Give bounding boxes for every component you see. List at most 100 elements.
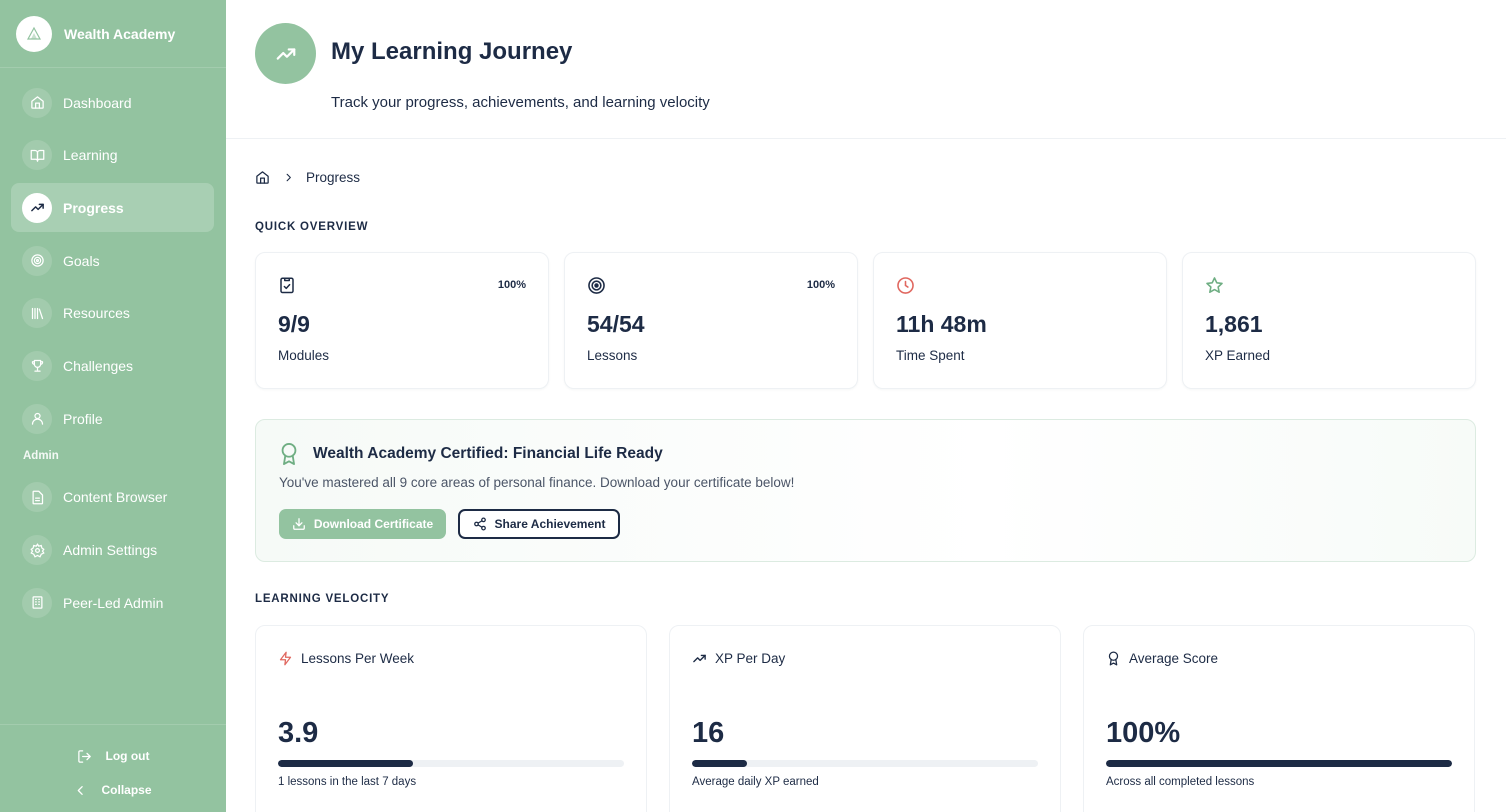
sidebar-item-content-browser[interactable]: Content Browser [11, 473, 214, 522]
download-certificate-button[interactable]: Download Certificate [279, 509, 446, 539]
share-icon [473, 517, 486, 531]
target-icon [22, 245, 52, 276]
velocity-progress-fill [278, 760, 413, 767]
download-certificate-label: Download Certificate [313, 517, 434, 531]
sidebar-item-resources[interactable]: Resources [11, 289, 214, 338]
gear-icon [22, 535, 52, 565]
sidebar-item-label: Profile [63, 410, 103, 427]
stat-label: Lessons [587, 348, 638, 363]
stat-value: 54/54 [587, 311, 645, 337]
logout-button[interactable]: Log out [0, 743, 226, 769]
certificate-title: Wealth Academy Certified: Financial Life… [313, 445, 663, 462]
velocity-value: 3.9 [278, 717, 319, 749]
brand-name: Wealth Academy [64, 25, 176, 42]
award-icon [1108, 651, 1119, 666]
sidebar-item-label: Peer-Led Admin [63, 594, 164, 611]
certificate-text: You've mastered all 9 core areas of pers… [279, 475, 795, 490]
velocity-card-title: XP Per Day [715, 651, 786, 666]
stat-card-lessons: 100% 54/54 Lessons [564, 252, 858, 389]
velocity-card-header: Lessons Per Week [278, 651, 414, 666]
sidebar-item-admin-settings[interactable]: Admin Settings [11, 526, 214, 575]
award-icon [278, 442, 300, 471]
brand-logo-icon [16, 15, 52, 52]
collapse-button[interactable]: Collapse [0, 777, 226, 803]
sidebar-item-label: Admin Settings [63, 542, 158, 558]
section-title-overview: QUICK OVERVIEW [255, 221, 369, 233]
sidebar-nav: Dashboard Learning Progress Goals Resour… [11, 78, 214, 631]
brand[interactable]: Wealth Academy [0, 0, 226, 68]
velocity-card-title: Lessons Per Week [301, 651, 415, 666]
stat-label: Modules [278, 348, 330, 363]
sidebar: Wealth Academy Dashboard Learning Progre… [0, 0, 226, 812]
stat-value: 1,861 [1205, 311, 1263, 337]
sidebar-item-label: Challenges [63, 357, 134, 374]
velocity-card-header: Average Score [1106, 651, 1218, 666]
stat-card-time-spent: 11h 48m Time Spent [873, 252, 1167, 389]
velocity-card-lessons-per-week: Lessons Per Week 3.9 1 lessons in the la… [255, 625, 647, 812]
stat-label: Time Spent [896, 348, 965, 363]
stat-card-modules: 100% 9/9 Modules [255, 252, 549, 389]
sidebar-item-dashboard[interactable]: Dashboard [11, 78, 214, 127]
collapse-label: Collapse [101, 783, 152, 797]
share-achievement-label: Share Achievement [494, 517, 606, 531]
sidebar-item-label: Progress [63, 199, 124, 216]
velocity-note: 1 lessons in the last 7 days [278, 776, 417, 788]
sidebar-item-label: Resources [63, 305, 130, 322]
download-icon [292, 518, 305, 530]
stat-percentage: 100% [497, 279, 526, 291]
sidebar-footer: Log out Collapse [0, 724, 226, 812]
page-subtitle: Track your progress, achievements, and l… [331, 94, 710, 111]
velocity-progress-fill [692, 760, 748, 767]
velocity-progress-bar [278, 760, 624, 767]
stat-label: XP Earned [1205, 348, 1271, 363]
stat-percentage: 100% [806, 279, 835, 291]
section-title-velocity: LEARNING VELOCITY [255, 593, 390, 605]
chevron-left-icon [78, 785, 84, 795]
trophy-icon [22, 350, 52, 381]
book-icon [22, 140, 52, 171]
stat-card-xp-earned: 1,861 XP Earned [1182, 252, 1476, 389]
main-content: My Learning Journey Track your progress,… [226, 0, 1506, 812]
zap-icon [279, 651, 292, 666]
velocity-progress-fill [1106, 760, 1452, 767]
home-icon [22, 87, 52, 118]
file-icon [22, 482, 52, 513]
page-title: My Learning Journey [331, 38, 573, 65]
share-achievement-button[interactable]: Share Achievement [458, 509, 620, 539]
velocity-progress-bar [1106, 760, 1452, 767]
page-header: My Learning Journey Track your progress,… [226, 0, 1506, 139]
sidebar-item-goals[interactable]: Goals [11, 236, 214, 285]
velocity-card-xp-per-day: XP Per Day 16 Average daily XP earned [669, 625, 1061, 812]
star-icon [1205, 276, 1225, 296]
sidebar-item-label: Goals [63, 252, 100, 269]
breadcrumb-current: Progress [306, 170, 361, 185]
library-icon [22, 298, 52, 329]
sidebar-item-progress[interactable]: Progress [11, 183, 214, 233]
clipboard-check-icon [278, 276, 298, 296]
velocity-card-header: XP Per Day [692, 651, 785, 666]
velocity-value: 16 [692, 717, 725, 749]
building-icon [22, 587, 52, 618]
velocity-note: Across all completed lessons [1106, 776, 1255, 788]
sidebar-item-label: Learning [63, 147, 118, 164]
trending-up-icon [693, 654, 706, 663]
clock-icon [896, 276, 916, 296]
sidebar-item-learning[interactable]: Learning [11, 131, 214, 180]
sidebar-item-peer-led-admin[interactable]: Peer-Led Admin [11, 578, 214, 627]
sidebar-item-label: Dashboard [63, 94, 132, 111]
chevron-right-icon [283, 172, 294, 183]
sidebar-item-challenges[interactable]: Challenges [11, 341, 214, 390]
velocity-note: Average daily XP earned [692, 776, 819, 788]
user-icon [22, 403, 52, 434]
velocity-card-title: Average Score [1129, 651, 1219, 666]
logout-icon [77, 749, 91, 763]
stat-value: 11h 48m [896, 311, 987, 337]
home-icon[interactable] [255, 170, 270, 185]
velocity-card-average-score: Average Score 100% Across all completed … [1083, 625, 1475, 812]
sidebar-item-label: Content Browser [63, 489, 168, 506]
velocity-progress-bar [692, 760, 1038, 767]
target-icon [587, 276, 607, 296]
sidebar-item-profile[interactable]: Profile [11, 394, 214, 443]
trending-up-icon [255, 23, 316, 84]
admin-section-label: Admin [23, 449, 59, 462]
